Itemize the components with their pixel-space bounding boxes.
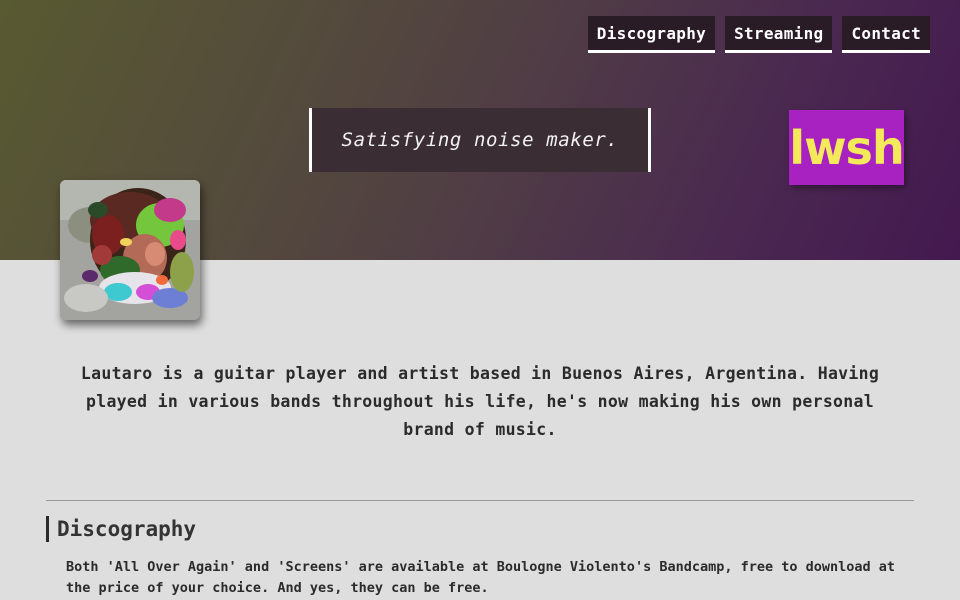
- page: Discography Streaming Contact Satisfying…: [0, 0, 960, 600]
- portrait-image: [60, 180, 200, 320]
- discography-heading: Discography: [46, 516, 196, 542]
- tagline: Satisfying noise maker.: [309, 108, 651, 172]
- logo[interactable]: lwsh: [789, 110, 905, 185]
- bio-text: Lautaro is a guitar player and artist ba…: [80, 364, 880, 439]
- nav-streaming-link[interactable]: Streaming: [725, 16, 833, 53]
- nav-discography-link[interactable]: Discography: [587, 16, 716, 53]
- artist-avatar: [60, 180, 200, 320]
- hero-banner: Discography Streaming Contact Satisfying…: [0, 0, 960, 320]
- section-divider: [46, 500, 914, 501]
- top-nav: Discography Streaming Contact: [587, 16, 930, 53]
- discography-text: Both 'All Over Again' and 'Screens' are …: [66, 559, 896, 596]
- nav-contact-link[interactable]: Contact: [842, 16, 930, 53]
